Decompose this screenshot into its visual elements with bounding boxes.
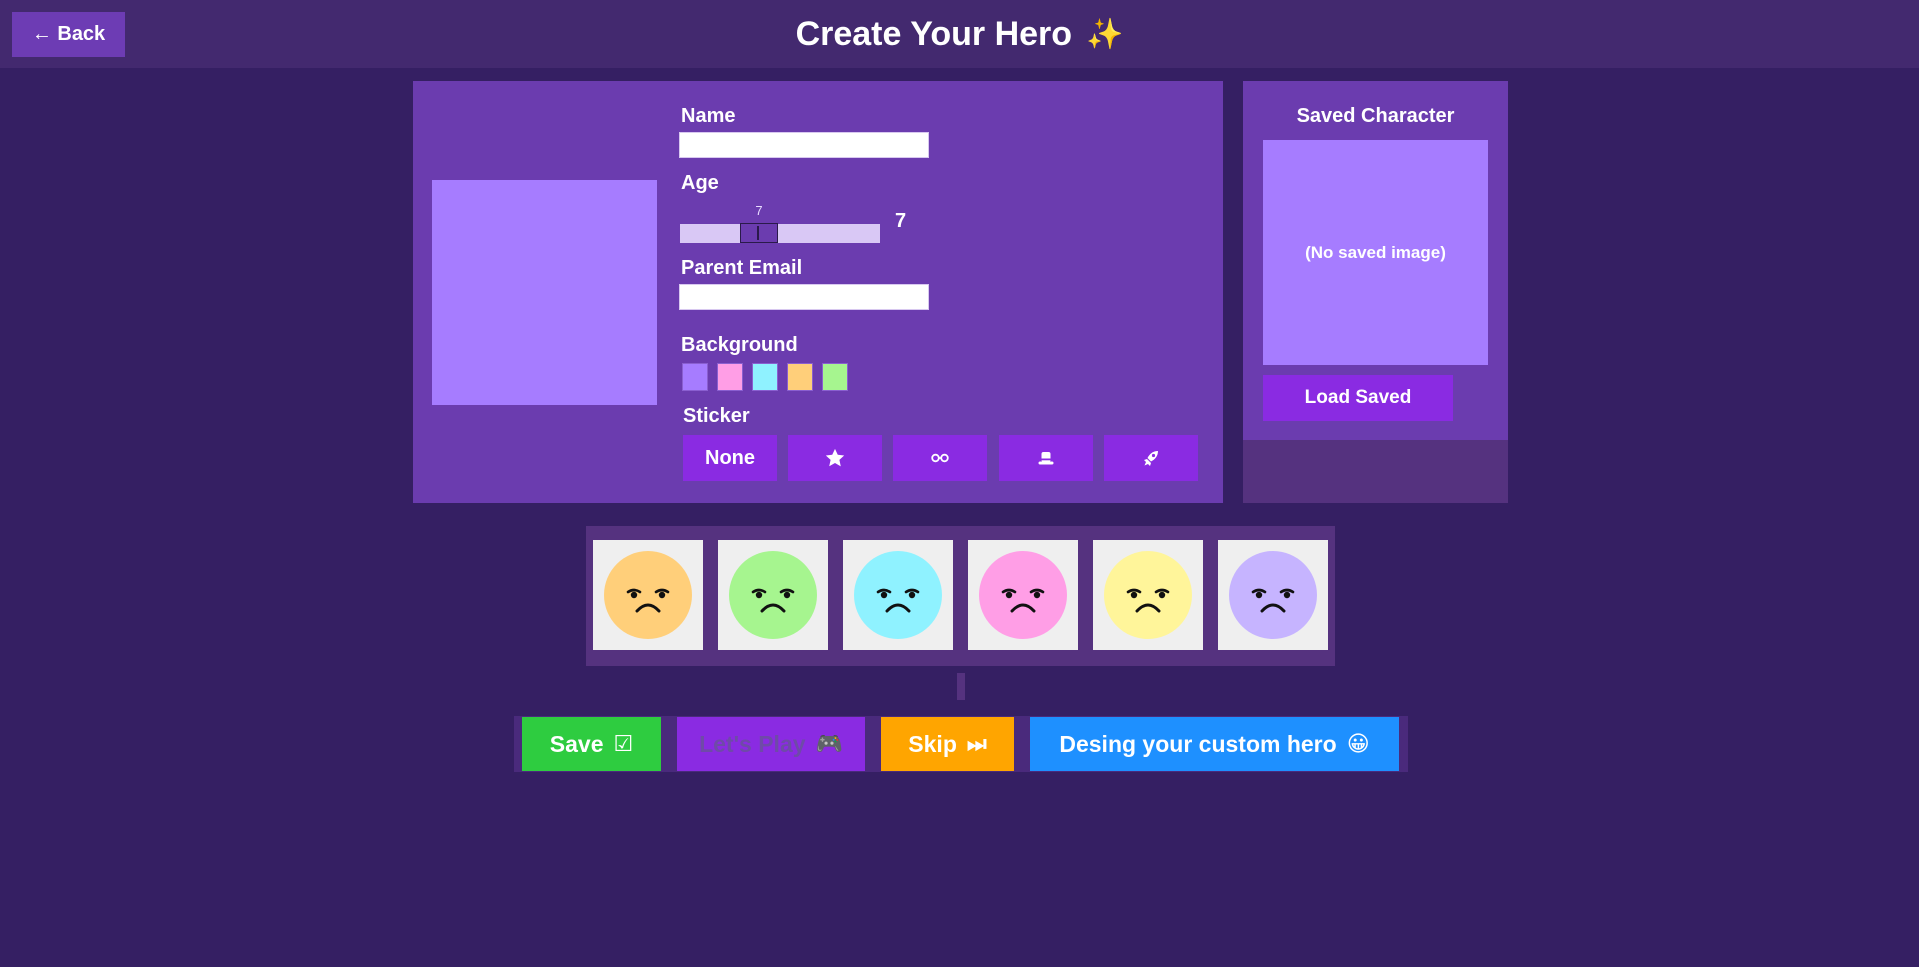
- background-swatch[interactable]: [752, 363, 778, 391]
- face-option[interactable]: [968, 540, 1078, 650]
- age-label: Age: [681, 172, 719, 194]
- lets-play-label: Let's Play: [699, 730, 806, 757]
- background-swatch[interactable]: [787, 363, 813, 391]
- smiley-icon: 😀: [1346, 731, 1370, 757]
- save-button[interactable]: Save ☑: [522, 717, 661, 771]
- saved-character-card: Saved Character (No saved image) Load Sa…: [1243, 81, 1508, 440]
- star-icon: [825, 448, 845, 467]
- rocket-icon: [1144, 451, 1158, 466]
- parent-email-label: Parent Email: [681, 257, 803, 279]
- age-slider[interactable]: [680, 224, 880, 243]
- saved-character-panel: Saved Character (No saved image) Load Sa…: [1243, 81, 1508, 503]
- skip-forward-icon: ⏭: [966, 731, 987, 757]
- sticker-label: Sticker: [683, 405, 750, 427]
- background-swatch[interactable]: [682, 363, 708, 391]
- face-option[interactable]: [593, 540, 703, 650]
- design-custom-hero-label: Desing your custom hero: [1059, 730, 1337, 757]
- editor-panel: Name Age 7 7 Parent Email Background Sti…: [413, 81, 1223, 503]
- name-label: Name: [681, 105, 736, 127]
- hat-icon: [1038, 452, 1054, 465]
- face-option[interactable]: [843, 540, 953, 650]
- background-label: Background: [681, 334, 798, 356]
- sad-face-icon: [729, 551, 817, 639]
- sticker-hat-button[interactable]: [999, 435, 1093, 481]
- sticker-none-button[interactable]: None: [683, 435, 777, 481]
- sad-face-icon: [854, 551, 942, 639]
- face-selector-strip: [586, 526, 1335, 666]
- age-slider-thumb[interactable]: [740, 223, 778, 243]
- save-label: Save: [549, 730, 604, 757]
- skip-label: Skip: [908, 730, 957, 757]
- sad-face-icon: [1229, 551, 1317, 639]
- lets-play-button[interactable]: Let's Play 🎮: [677, 717, 865, 771]
- game-controller-icon: 🎮: [815, 731, 843, 757]
- age-value: 7: [895, 210, 907, 232]
- sad-face-icon: [979, 551, 1067, 639]
- sad-face-icon: [1104, 551, 1192, 639]
- sticker-glasses-button[interactable]: [893, 435, 987, 481]
- sticker-rocket-button[interactable]: [1104, 435, 1198, 481]
- parent-email-input[interactable]: [679, 284, 929, 310]
- sticker-star-button[interactable]: [788, 435, 882, 481]
- sparkles-icon: ✨: [1086, 16, 1124, 52]
- face-option[interactable]: [1218, 540, 1328, 650]
- sad-face-icon: [604, 551, 692, 639]
- saved-empty-text: (No saved image): [1305, 242, 1446, 262]
- name-input[interactable]: [679, 132, 929, 158]
- background-swatch[interactable]: [822, 363, 848, 391]
- saved-character-image: (No saved image): [1263, 140, 1488, 365]
- load-saved-button[interactable]: Load Saved: [1263, 375, 1453, 421]
- skip-button[interactable]: Skip ⏭: [881, 717, 1014, 771]
- glasses-icon: [931, 453, 949, 463]
- age-slider-tooltip: 7: [755, 203, 763, 218]
- checkbox-icon: ☑: [613, 731, 634, 757]
- divider-mark: [957, 673, 965, 700]
- sticker-none-label: None: [705, 446, 755, 469]
- face-option[interactable]: [1093, 540, 1203, 650]
- page-title-text: Create Your Hero: [795, 14, 1073, 53]
- design-custom-hero-button[interactable]: Desing your custom hero 😀: [1030, 717, 1399, 771]
- page-title: Create Your Hero ✨: [0, 0, 1919, 68]
- saved-character-title: Saved Character: [1296, 105, 1455, 127]
- background-swatch[interactable]: [717, 363, 743, 391]
- face-option[interactable]: [718, 540, 828, 650]
- character-preview: [432, 180, 657, 405]
